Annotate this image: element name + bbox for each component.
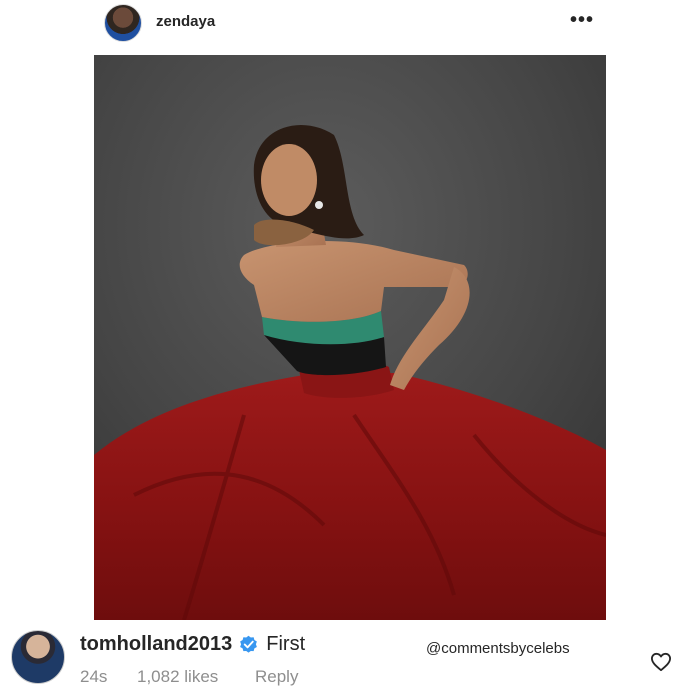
comment-text: First [266,632,306,655]
comment-likes-count[interactable]: 1,082 likes [137,667,255,687]
heart-outline-icon[interactable] [650,652,672,672]
commenter-username[interactable]: tomholland2013 [80,633,232,656]
commenter-avatar[interactable] [11,630,65,684]
post-photo [94,55,606,620]
post-author-avatar[interactable] [104,4,142,42]
photo-illustration [94,55,606,620]
post-header: zendaya ••• [104,2,600,42]
post-author-username[interactable]: zendaya [156,13,215,30]
reply-button[interactable]: Reply [255,667,298,687]
comment-meta: 24s 1,082 likes Reply [80,667,298,687]
comment-timestamp: 24s [80,667,108,686]
verified-badge-icon [240,635,258,653]
watermark-handle: @commentsbycelebs [426,640,570,657]
comment-line: tomholland2013 First [80,631,305,657]
more-options-icon[interactable]: ••• [570,10,594,30]
